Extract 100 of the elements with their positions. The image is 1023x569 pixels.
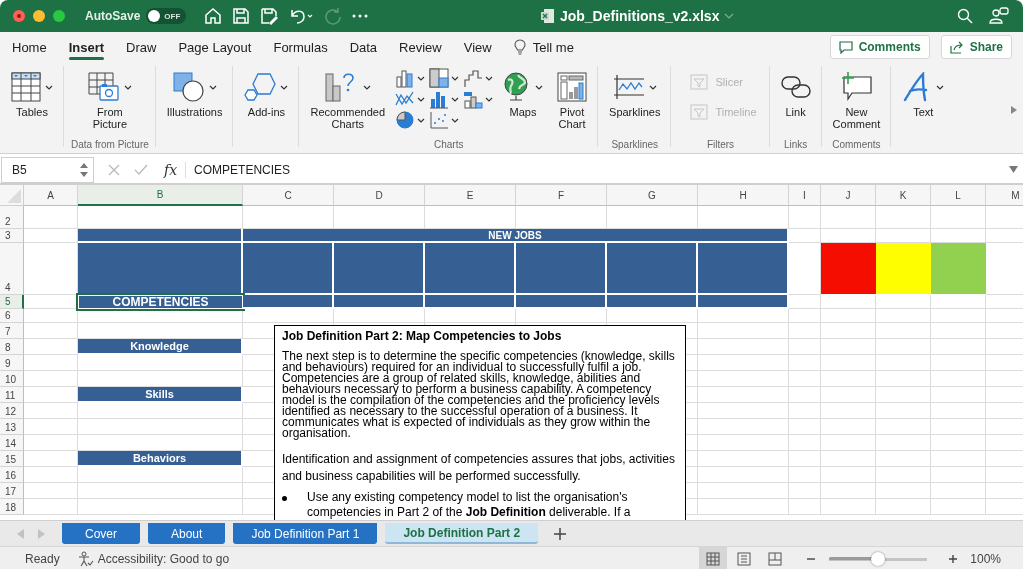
column-header[interactable]: I bbox=[789, 185, 821, 206]
table-cell[interactable] bbox=[78, 243, 243, 295]
save-icon[interactable] bbox=[232, 7, 251, 25]
menu-tab[interactable]: View bbox=[463, 32, 492, 62]
ribbon-button[interactable]: New Comment bbox=[828, 68, 885, 130]
table-cell[interactable] bbox=[243, 295, 334, 309]
column-header[interactable]: E bbox=[425, 185, 516, 206]
menu-tab[interactable]: Home bbox=[12, 32, 47, 62]
table-cell[interactable] bbox=[334, 295, 425, 309]
ribbon-button[interactable]: Tables bbox=[7, 68, 57, 118]
scroll-right-icon[interactable] bbox=[1011, 106, 1017, 114]
comments-button[interactable]: Comments bbox=[829, 35, 930, 59]
ribbon-button[interactable]: Sparklines bbox=[605, 68, 665, 118]
check-icon[interactable] bbox=[134, 163, 148, 176]
sheet-tab[interactable]: Cover bbox=[62, 523, 140, 544]
ribbon-button[interactable]: From Picture bbox=[83, 68, 136, 130]
ribbon-button[interactable]: Recommended Charts bbox=[306, 68, 390, 130]
row-header[interactable]: 11 bbox=[0, 387, 24, 403]
menu-tab[interactable]: Draw bbox=[126, 32, 157, 62]
ribbon-button[interactable]: Text bbox=[898, 68, 949, 118]
column-header[interactable]: H bbox=[698, 185, 789, 206]
minimize-icon[interactable] bbox=[33, 10, 45, 22]
menu-tab[interactable]: Page Layout bbox=[178, 32, 252, 62]
insert-function-button[interactable]: fx bbox=[164, 161, 187, 178]
save-edit-icon[interactable] bbox=[260, 7, 279, 25]
table-cell[interactable] bbox=[425, 243, 516, 295]
chart-type-button[interactable] bbox=[395, 68, 426, 88]
table-cell[interactable]: Behaviors bbox=[78, 451, 243, 467]
ribbon-button[interactable]: Illustrations bbox=[162, 68, 227, 118]
people-icon[interactable] bbox=[989, 7, 1009, 25]
table-cell[interactable] bbox=[425, 295, 516, 309]
row-header[interactable]: 4 bbox=[0, 243, 24, 295]
column-header[interactable]: C bbox=[243, 185, 334, 206]
column-header[interactable]: B bbox=[78, 185, 243, 206]
menu-tab[interactable]: Data bbox=[349, 32, 378, 62]
column-header[interactable]: A bbox=[24, 185, 78, 206]
table-cell[interactable] bbox=[931, 243, 986, 295]
table-cell[interactable] bbox=[607, 295, 698, 309]
table-cell[interactable] bbox=[698, 295, 789, 309]
row-header[interactable]: 8 bbox=[0, 339, 24, 355]
table-cell[interactable]: Knowledge bbox=[78, 339, 243, 355]
table-cell[interactable]: Skills bbox=[78, 387, 243, 403]
add-sheet-icon[interactable] bbox=[554, 527, 567, 540]
column-header[interactable]: D bbox=[334, 185, 425, 206]
table-cell[interactable]: COMPETENCIES bbox=[78, 295, 243, 309]
ribbon-button[interactable]: Add-ins bbox=[240, 68, 293, 118]
caret-icon[interactable] bbox=[724, 13, 735, 19]
table-cell[interactable]: NEW JOBS bbox=[243, 229, 789, 243]
autosave-toggle[interactable]: OFF bbox=[146, 8, 187, 24]
row-header[interactable]: 6 bbox=[0, 309, 24, 323]
chart-type-button[interactable] bbox=[429, 68, 460, 88]
ribbon-button[interactable]: Maps bbox=[499, 68, 548, 118]
table-cell[interactable] bbox=[698, 243, 789, 295]
table-cell[interactable] bbox=[516, 243, 607, 295]
table-cell[interactable] bbox=[78, 229, 243, 243]
menu-tab[interactable]: Review bbox=[399, 32, 442, 62]
row-header[interactable]: 15 bbox=[0, 451, 24, 467]
row-header[interactable]: 17 bbox=[0, 483, 24, 499]
chart-type-button[interactable] bbox=[463, 68, 494, 88]
normal-view-button[interactable] bbox=[699, 547, 728, 569]
column-header[interactable]: G bbox=[607, 185, 698, 206]
row-header[interactable]: 3 bbox=[0, 229, 24, 243]
table-cell[interactable] bbox=[516, 295, 607, 309]
column-header[interactable]: K bbox=[876, 185, 931, 206]
table-cell[interactable] bbox=[821, 243, 876, 295]
row-header[interactable]: 14 bbox=[0, 435, 24, 451]
row-header[interactable]: 12 bbox=[0, 403, 24, 419]
expand-icon[interactable] bbox=[1009, 166, 1018, 173]
name-box[interactable]: B5 bbox=[1, 156, 94, 183]
table-cell[interactable] bbox=[876, 243, 931, 295]
menu-tab[interactable]: Formulas bbox=[273, 32, 328, 62]
sheet-tab[interactable]: Job Definition Part 2 bbox=[385, 523, 539, 544]
chart-type-button[interactable] bbox=[395, 110, 426, 130]
table-cell[interactable] bbox=[607, 243, 698, 295]
row-header[interactable]: 2 bbox=[0, 206, 24, 229]
zoom-percentage[interactable]: 100% bbox=[970, 552, 1001, 566]
zoom-in-icon[interactable] bbox=[948, 554, 959, 564]
menu-tab[interactable]: Insert bbox=[68, 32, 105, 62]
row-header[interactable]: 16 bbox=[0, 467, 24, 483]
chart-type-button[interactable] bbox=[429, 110, 460, 130]
row-header[interactable]: 13 bbox=[0, 419, 24, 435]
table-cell[interactable] bbox=[243, 243, 334, 295]
column-header[interactable]: F bbox=[516, 185, 607, 206]
search-icon[interactable] bbox=[957, 8, 973, 24]
column-header[interactable]: L bbox=[931, 185, 986, 206]
sheet-tab[interactable]: Job Definition Part 1 bbox=[233, 523, 378, 544]
ribbon-button[interactable]: Pivot Chart bbox=[553, 68, 592, 130]
row-header[interactable]: 10 bbox=[0, 371, 24, 387]
more-icon[interactable] bbox=[352, 14, 369, 18]
ribbon-button[interactable]: Link bbox=[776, 68, 815, 118]
column-header[interactable]: J bbox=[821, 185, 876, 206]
tell-me-search[interactable]: Tell me bbox=[532, 39, 574, 55]
accessibility-icon[interactable] bbox=[77, 551, 94, 567]
table-cell[interactable] bbox=[334, 243, 425, 295]
chart-type-button[interactable] bbox=[463, 89, 494, 109]
undo-icon[interactable] bbox=[288, 7, 315, 25]
row-header[interactable]: 5 bbox=[0, 295, 24, 309]
formula-field[interactable]: COMPETENCIES bbox=[194, 162, 1009, 177]
close-icon[interactable] bbox=[13, 10, 25, 22]
chart-type-button[interactable] bbox=[429, 89, 460, 109]
